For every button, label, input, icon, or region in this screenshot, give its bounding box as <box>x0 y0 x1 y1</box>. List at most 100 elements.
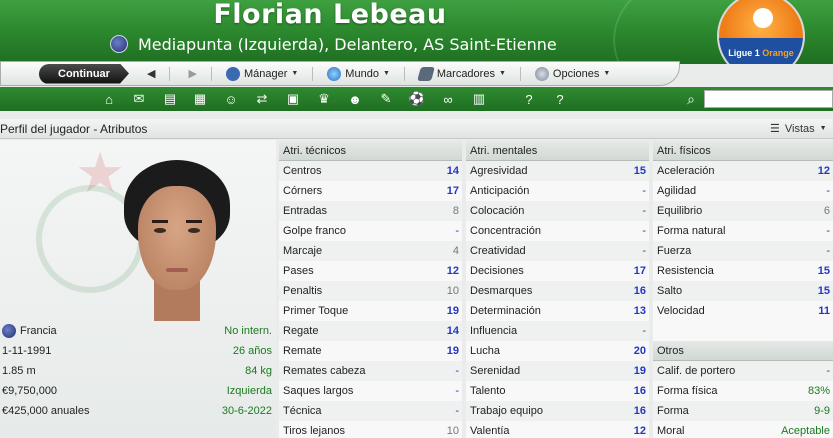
attribute-row[interactable]: Remate 19 <box>279 341 462 361</box>
attribute-row[interactable]: Forma 9-9 <box>653 401 833 421</box>
attribute-row[interactable]: Forma física 83% <box>653 381 833 401</box>
wage-contract-row: €425,000 anuales 30-6-2022 <box>0 401 276 421</box>
attribute-value: - <box>826 185 830 197</box>
attribute-row[interactable]: Concentración - <box>466 221 649 241</box>
globe-icon <box>327 66 342 81</box>
attribute-row[interactable]: Anticipación - <box>466 181 649 201</box>
calendar-icon[interactable]: ▦ <box>191 90 209 108</box>
menu-bookmarks-label: Marcadores <box>436 67 495 80</box>
attribute-name: Colocación <box>470 205 525 217</box>
attribute-row[interactable]: Decisiones 17 <box>466 261 649 281</box>
attribute-row[interactable]: Pases 12 <box>279 261 462 281</box>
menu-bookmarks[interactable]: Marcadores ▼ <box>416 66 506 81</box>
search-input[interactable] <box>704 90 833 108</box>
attribute-value: 10 <box>446 425 459 437</box>
attribute-value: - <box>642 185 646 197</box>
physical-attributes-panel: Atri. físicos Aceleración 12 Agilidad - Equi… <box>653 141 833 438</box>
menu-manager[interactable]: Mánager ▼ <box>225 66 298 81</box>
attribute-row[interactable]: Talento 16 <box>466 381 649 401</box>
france-flag-icon[interactable] <box>2 324 16 338</box>
menu-world[interactable]: Mundo ▼ <box>327 66 390 81</box>
attribute-row[interactable]: Salto 15 <box>653 281 833 301</box>
attribute-row[interactable]: Resistencia 15 <box>653 261 833 281</box>
attribute-row[interactable]: Tiros lejanos 10 <box>279 421 462 438</box>
weight: 84 kg <box>245 365 272 377</box>
attribute-row[interactable]: Trabajo equipo 16 <box>466 401 649 421</box>
news-icon[interactable]: ▤ <box>161 90 179 108</box>
panel-title-bar: Perfil del jugador - Atributos ☰ Vistas … <box>0 119 833 139</box>
attribute-value: - <box>455 385 459 397</box>
attribute-row[interactable]: Lucha 20 <box>466 341 649 361</box>
attribute-value: 16 <box>633 405 646 417</box>
finance-icon[interactable]: ▥ <box>470 90 488 108</box>
toolbar-divider <box>210 66 212 81</box>
attribute-row[interactable]: Valentía 12 <box>466 421 649 438</box>
height-weight-row: 1.85 m 84 kg <box>0 361 276 381</box>
home-icon[interactable]: ⌂ <box>100 90 118 108</box>
attribute-row[interactable]: Equilibrio 6 <box>653 201 833 221</box>
attribute-row[interactable]: Fuerza - <box>653 241 833 261</box>
notes-icon[interactable]: ✎ <box>377 90 395 108</box>
attribute-name: Trabajo equipo <box>470 405 543 417</box>
attribute-row[interactable]: Penaltis 10 <box>279 281 462 301</box>
league-logo[interactable]: Ligue 1 Orange <box>717 0 805 64</box>
squad-icon[interactable]: ☺ <box>222 90 240 108</box>
attribute-name: Córners <box>283 185 323 197</box>
attribute-value: 16 <box>633 285 646 297</box>
help-icon[interactable]: ? <box>520 90 538 108</box>
attribute-value: 15 <box>633 165 646 177</box>
attribute-row[interactable]: Golpe franco - <box>279 221 462 241</box>
match-icon[interactable]: ⚽ <box>408 90 426 108</box>
attribute-row[interactable]: Córners 17 <box>279 181 462 201</box>
continue-button[interactable]: Continuar <box>39 63 129 84</box>
nationality-row: Francia No intern. <box>0 321 276 341</box>
club-badge-icon[interactable] <box>110 35 128 53</box>
attribute-row[interactable]: Velocidad 11 <box>653 301 833 321</box>
attribute-row[interactable]: Remates cabeza - <box>279 361 462 381</box>
info-icon[interactable]: ? <box>551 90 569 108</box>
tactics-icon[interactable]: ▣ <box>284 90 302 108</box>
attribute-row[interactable]: Influencia - <box>466 321 649 341</box>
attribute-row[interactable]: Calif. de portero - <box>653 361 833 381</box>
attribute-row[interactable]: Técnica - <box>279 401 462 421</box>
age: 26 años <box>232 345 272 357</box>
attribute-value: 6 <box>823 205 830 217</box>
attribute-value: 13 <box>633 305 646 317</box>
staff-icon[interactable]: ☻ <box>346 90 364 108</box>
nationality[interactable]: Francia <box>20 325 57 337</box>
attribute-row[interactable]: Creatividad - <box>466 241 649 261</box>
attribute-row[interactable]: Colocación - <box>466 201 649 221</box>
inbox-icon[interactable]: ✉ <box>130 90 148 108</box>
trophy-icon[interactable]: ♛ <box>315 90 333 108</box>
attribute-value: 17 <box>446 185 459 197</box>
attribute-row[interactable]: Marcaje 4 <box>279 241 462 261</box>
attribute-value: 10 <box>446 285 459 297</box>
attribute-row[interactable]: Primer Toque 19 <box>279 301 462 321</box>
attribute-row[interactable]: Agresividad 15 <box>466 161 649 181</box>
attribute-row[interactable]: Serenidad 19 <box>466 361 649 381</box>
attribute-row[interactable]: Forma natural - <box>653 221 833 241</box>
search-icon[interactable]: ⌕ <box>682 90 700 108</box>
menu-options[interactable]: Opciones ▼ <box>534 66 610 81</box>
attribute-row[interactable]: Agilidad - <box>653 181 833 201</box>
views-dropdown[interactable]: ☰ Vistas ▼ <box>770 122 827 136</box>
value-foot-row: €9,750,000 Izquierda <box>0 381 276 401</box>
transfers-icon[interactable]: ⇄ <box>253 90 271 108</box>
forward-arrow-icon[interactable]: ▶ <box>188 67 196 80</box>
attribute-row[interactable]: Determinación 13 <box>466 301 649 321</box>
attribute-value: 19 <box>446 305 459 317</box>
attribute-name: Creatividad <box>470 245 526 257</box>
attribute-row[interactable]: Entradas 8 <box>279 201 462 221</box>
attribute-row[interactable]: Regate 14 <box>279 321 462 341</box>
attribute-row[interactable]: Saques largos - <box>279 381 462 401</box>
attribute-name: Tiros lejanos <box>283 425 345 437</box>
attribute-value: - <box>826 365 830 377</box>
scout-icon[interactable]: ∞ <box>439 90 457 108</box>
attribute-row[interactable]: Moral Aceptable <box>653 421 833 438</box>
attribute-value: 12 <box>446 265 459 277</box>
attribute-row[interactable]: Centros 14 <box>279 161 462 181</box>
attribute-row[interactable]: Aceleración 12 <box>653 161 833 181</box>
attribute-name: Aceleración <box>657 165 715 177</box>
attribute-row[interactable]: Desmarques 16 <box>466 281 649 301</box>
back-arrow-icon[interactable]: ◀ <box>147 67 155 80</box>
